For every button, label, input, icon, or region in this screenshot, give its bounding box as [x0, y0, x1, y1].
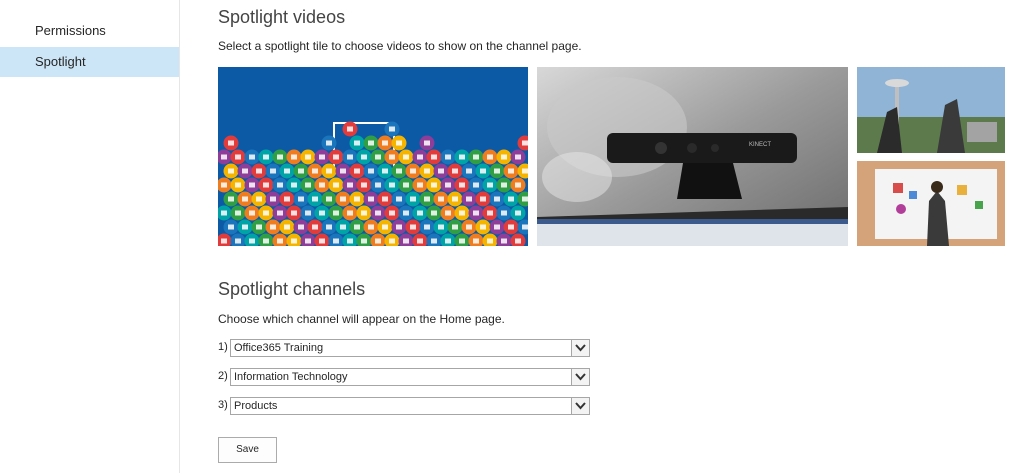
channel-row-number: 1) — [218, 341, 228, 353]
channel-select-3[interactable]: Products — [230, 397, 590, 415]
channel-row-number: 3) — [218, 399, 228, 411]
spotlight-videos-heading: Spotlight videos — [218, 7, 346, 27]
spotlight-channels-heading: Spotlight channels — [218, 279, 366, 299]
channel-select-1[interactable]: Office365 Training — [230, 339, 590, 357]
spotlight-channels-description: Choose which channel will appear on the … — [218, 312, 505, 326]
chevron-down-icon[interactable] — [571, 340, 589, 356]
sidebar: Permissions Spotlight — [0, 0, 180, 473]
kinect-label: KINECT — [749, 142, 771, 148]
spotlight-tile-3[interactable] — [857, 67, 1005, 153]
sidebar-item-permissions[interactable]: Permissions — [0, 16, 179, 46]
spotlight-videos-description: Select a spotlight tile to choose videos… — [218, 39, 582, 53]
touch-wall-image — [857, 161, 1005, 246]
office-icons-image — [218, 67, 528, 246]
channel-select-value: Products — [234, 400, 278, 412]
save-button[interactable]: Save — [218, 437, 277, 463]
chevron-down-icon[interactable] — [571, 398, 589, 414]
spotlight-tile-1[interactable] — [218, 67, 528, 246]
channel-row-number: 2) — [218, 370, 228, 382]
main-content: Spotlight videos Select a spotlight tile… — [218, 0, 1008, 473]
spotlight-tile-2[interactable]: KINECT — [537, 67, 848, 246]
sidebar-item-spotlight[interactable]: Spotlight — [0, 47, 179, 77]
kinect-video-image: KINECT — [537, 67, 848, 246]
channel-select-value: Office365 Training — [234, 342, 324, 354]
chevron-down-icon[interactable] — [571, 369, 589, 385]
space-needle-image — [857, 67, 1005, 153]
channel-select-value: Information Technology — [234, 371, 348, 383]
spotlight-tile-4[interactable] — [857, 161, 1005, 246]
channel-select-2[interactable]: Information Technology — [230, 368, 590, 386]
